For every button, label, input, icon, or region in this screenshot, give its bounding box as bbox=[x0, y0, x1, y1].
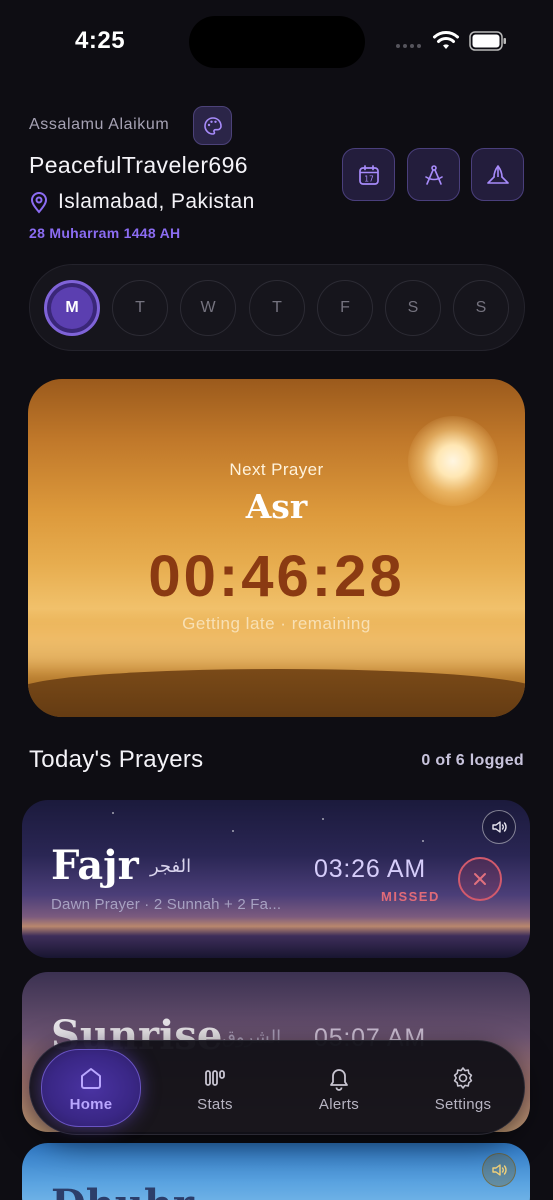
stats-icon bbox=[205, 1069, 225, 1086]
day-sunday[interactable]: S bbox=[453, 280, 509, 336]
gear-icon bbox=[453, 1066, 473, 1089]
tab-label: Alerts bbox=[318, 1095, 360, 1113]
day-monday[interactable]: M bbox=[44, 280, 100, 336]
cellular-signal-icon bbox=[396, 40, 424, 48]
desert-dune-illustration bbox=[28, 669, 525, 717]
palette-icon bbox=[203, 116, 222, 135]
dynamic-island bbox=[189, 16, 365, 68]
logged-count: 0 of 6 logged bbox=[421, 752, 524, 769]
speaker-icon bbox=[492, 821, 507, 833]
next-prayer-label: Next Prayer bbox=[229, 460, 324, 479]
battery-icon bbox=[469, 31, 506, 51]
adhan-sound-button[interactable] bbox=[482, 810, 516, 844]
prayer-name: Dhuhr bbox=[51, 1181, 194, 1200]
prayer-description: Dawn Prayer · 2 Sunnah + 2 Fa... bbox=[51, 896, 282, 913]
tab-home[interactable]: Home bbox=[41, 1049, 141, 1127]
bell-icon bbox=[330, 1068, 348, 1091]
day-thursday[interactable]: T bbox=[249, 280, 305, 336]
theme-button[interactable] bbox=[193, 106, 232, 145]
mosque-icon bbox=[486, 164, 509, 184]
status-badge: MISSED bbox=[381, 889, 440, 904]
qibla-compass-button[interactable] bbox=[407, 148, 460, 201]
tab-stats[interactable]: Stats bbox=[165, 1049, 265, 1127]
home-icon bbox=[81, 1067, 101, 1089]
tab-alerts[interactable]: Alerts bbox=[289, 1049, 389, 1127]
close-icon bbox=[474, 873, 486, 885]
hijri-date: 28 Muharram 1448 AH bbox=[29, 225, 181, 241]
tab-label: Home bbox=[69, 1095, 113, 1113]
location: Islamabad, Pakistan bbox=[58, 190, 255, 213]
mark-missed-button[interactable] bbox=[458, 857, 502, 901]
day-wednesday[interactable]: W bbox=[180, 280, 236, 336]
username: PeacefulTraveler696 bbox=[29, 152, 248, 178]
next-prayer-name: Asr bbox=[245, 487, 308, 526]
prayer-card-dhuhr[interactable]: Dhuhr bbox=[22, 1143, 530, 1200]
tab-label: Settings bbox=[434, 1095, 492, 1113]
prayer-name: Fajr bbox=[51, 842, 139, 889]
next-prayer-card[interactable]: Next Prayer Asr 00:46:28 Getting late · … bbox=[28, 379, 525, 717]
compass-icon bbox=[424, 164, 443, 185]
day-tuesday[interactable]: T bbox=[112, 280, 168, 336]
prayer-time: 03:26 AM bbox=[314, 855, 427, 883]
svg-text:17: 17 bbox=[364, 174, 374, 183]
speaker-icon bbox=[492, 1164, 507, 1176]
status-time: 4:25 bbox=[75, 27, 126, 54]
tab-bar: Home Stats Alerts Settings bbox=[29, 1040, 525, 1135]
calendar-icon: 17 bbox=[358, 164, 379, 185]
prayer-arabic-name: الفجر bbox=[150, 856, 192, 877]
day-saturday[interactable]: S bbox=[385, 280, 441, 336]
calendar-button[interactable]: 17 bbox=[342, 148, 395, 201]
greeting: Assalamu Alaikum bbox=[29, 116, 170, 133]
tab-label: Stats bbox=[197, 1095, 233, 1113]
wifi-icon bbox=[433, 31, 459, 49]
day-friday[interactable]: F bbox=[317, 280, 373, 336]
week-selector: M T W T F S S bbox=[29, 264, 525, 351]
adhan-sound-button[interactable] bbox=[482, 1153, 516, 1187]
countdown-subtitle: Getting late · remaining bbox=[182, 614, 371, 633]
prayer-mat-button[interactable] bbox=[471, 148, 524, 201]
section-title: Today's Prayers bbox=[29, 746, 204, 773]
location-pin-icon bbox=[30, 192, 48, 214]
countdown-timer: 00:46:28 bbox=[148, 544, 405, 609]
tab-settings[interactable]: Settings bbox=[413, 1049, 513, 1127]
prayer-card-fajr[interactable]: Fajr الفجر Dawn Prayer · 2 Sunnah + 2 Fa… bbox=[22, 800, 530, 958]
